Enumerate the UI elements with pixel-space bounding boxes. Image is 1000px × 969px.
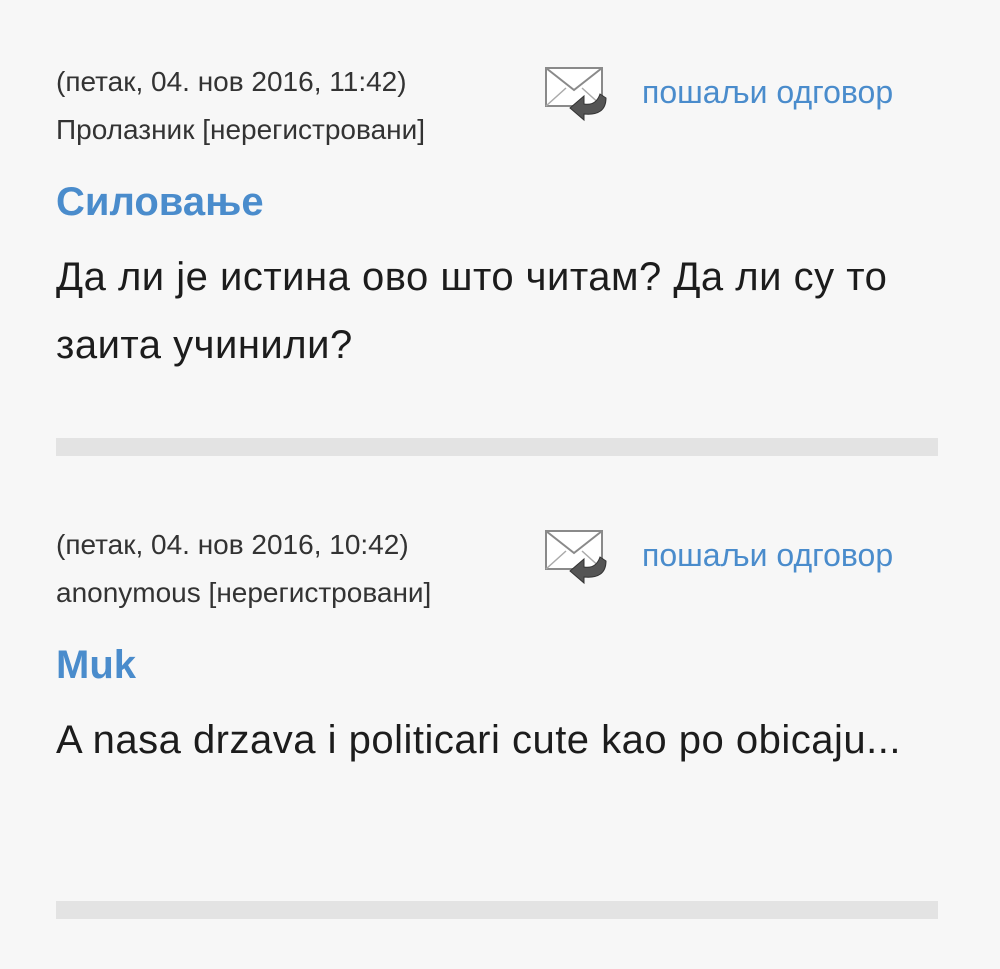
comment-date: (петак, 04. нов 2016, 11:42): [56, 66, 407, 97]
comment-body: Да ли је истина ово што читам? Да ли су …: [56, 255, 888, 367]
mail-reply-icon[interactable]: [544, 64, 612, 122]
comment-date: (петак, 04. нов 2016, 10:42): [56, 529, 409, 560]
comment-title[interactable]: Muk: [56, 641, 136, 689]
send-reply-link[interactable]: пошаљи одговор: [642, 535, 893, 575]
comment-title[interactable]: Силовање: [56, 178, 264, 226]
send-reply-link[interactable]: пошаљи одговор: [642, 72, 893, 112]
comment-author: anonymous [нерегистровани]: [56, 577, 432, 608]
comment-author: Пролазник [нерегистровани]: [56, 114, 426, 145]
comment-body: A nasa drzava i politicari cute kao po o…: [56, 718, 901, 762]
comment-divider: [56, 901, 938, 919]
mail-reply-icon[interactable]: [544, 527, 612, 585]
comment-divider: [56, 438, 938, 456]
comment-meta: (петак, 04. нов 2016, 11:42) Пролазник […: [56, 58, 425, 154]
comment-meta: (петак, 04. нов 2016, 10:42) anonymous […: [56, 521, 431, 617]
